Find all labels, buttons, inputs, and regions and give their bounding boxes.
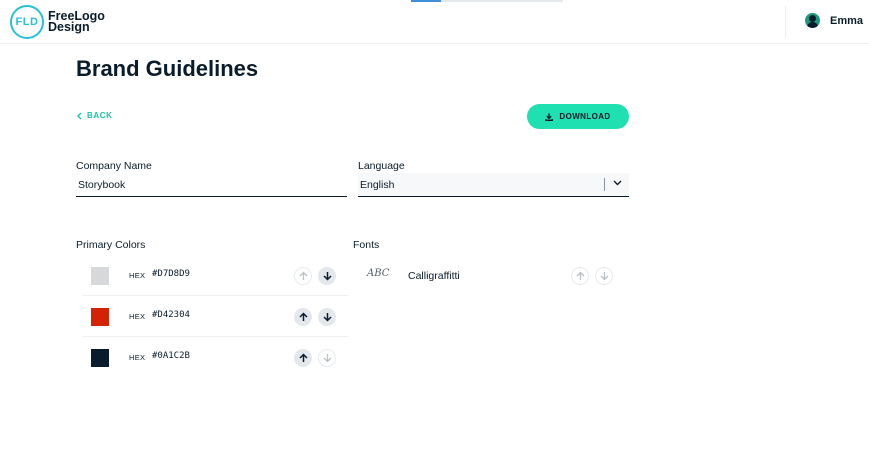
header-divider — [785, 6, 786, 38]
fonts-label: Fonts — [353, 239, 380, 251]
font-name: Calligraffitti — [408, 270, 460, 282]
language-value: English — [360, 178, 395, 191]
color-swatch[interactable] — [91, 349, 109, 367]
hex-tag: HEX — [129, 312, 146, 321]
arrow-down-icon — [600, 272, 608, 281]
language-select[interactable]: English — [358, 173, 629, 197]
page-title: Brand Guidelines — [76, 56, 259, 81]
hex-tag: HEX — [129, 271, 146, 280]
company-name-label: Company Name — [76, 160, 152, 172]
move-up-button[interactable] — [294, 349, 312, 367]
arrow-down-icon — [322, 313, 332, 322]
font-row: ABC Calligraffitti — [360, 256, 620, 296]
move-down-button[interactable] — [318, 349, 336, 367]
hex-value: #D7D8D9 — [152, 269, 190, 279]
company-name-value: Storybook — [78, 178, 126, 191]
logo-wordmark: FreeLogo Design — [48, 10, 105, 34]
arrow-down-icon — [323, 354, 331, 363]
arrow-down-icon — [322, 272, 332, 281]
download-label: DOWNLOAD — [559, 112, 611, 121]
hex-value: #D42304 — [152, 310, 190, 320]
move-up-button[interactable] — [294, 308, 312, 326]
move-down-button[interactable] — [318, 308, 336, 326]
color-swatch[interactable] — [91, 308, 109, 326]
primary-colors-label: Primary Colors — [76, 239, 146, 251]
top-header: FLD FreeLogo Design Emma — [0, 0, 869, 44]
select-separator — [604, 178, 605, 191]
logo[interactable]: FLD FreeLogo Design — [10, 5, 105, 39]
hex-tag: HEX — [129, 353, 146, 362]
progress-bar-fill — [411, 0, 442, 2]
user-name: Emma — [830, 14, 864, 27]
move-down-button[interactable] — [595, 267, 613, 285]
move-up-button[interactable] — [571, 267, 589, 285]
arrow-up-icon — [299, 271, 307, 280]
color-row: HEX #D42304 — [82, 297, 348, 337]
move-up-button[interactable] — [294, 267, 312, 285]
logo-mark: FLD — [10, 5, 44, 39]
color-row: HEX #D7D8D9 — [82, 256, 348, 296]
download-icon — [545, 113, 554, 121]
company-name-input[interactable]: Storybook — [76, 173, 347, 197]
back-label: BACK — [87, 111, 113, 120]
language-label: Language — [358, 160, 405, 172]
color-row: HEX #0A1C2B — [82, 338, 348, 378]
download-button[interactable]: DOWNLOAD — [527, 104, 629, 129]
chevron-down-icon — [613, 180, 622, 186]
hex-value: #0A1C2B — [152, 351, 190, 361]
chevron-left-icon — [77, 112, 82, 119]
arrow-up-icon — [298, 353, 308, 362]
arrow-up-icon — [298, 312, 308, 321]
avatar — [805, 13, 820, 28]
logo-line-2: Design — [48, 20, 90, 34]
font-sample-preview: ABC — [367, 268, 390, 279]
back-link[interactable]: BACK — [77, 111, 113, 120]
color-swatch[interactable] — [91, 267, 109, 285]
move-down-button[interactable] — [318, 267, 336, 285]
user-menu[interactable]: Emma — [805, 13, 863, 28]
arrow-up-icon — [576, 271, 584, 280]
progress-bar — [411, 0, 563, 2]
